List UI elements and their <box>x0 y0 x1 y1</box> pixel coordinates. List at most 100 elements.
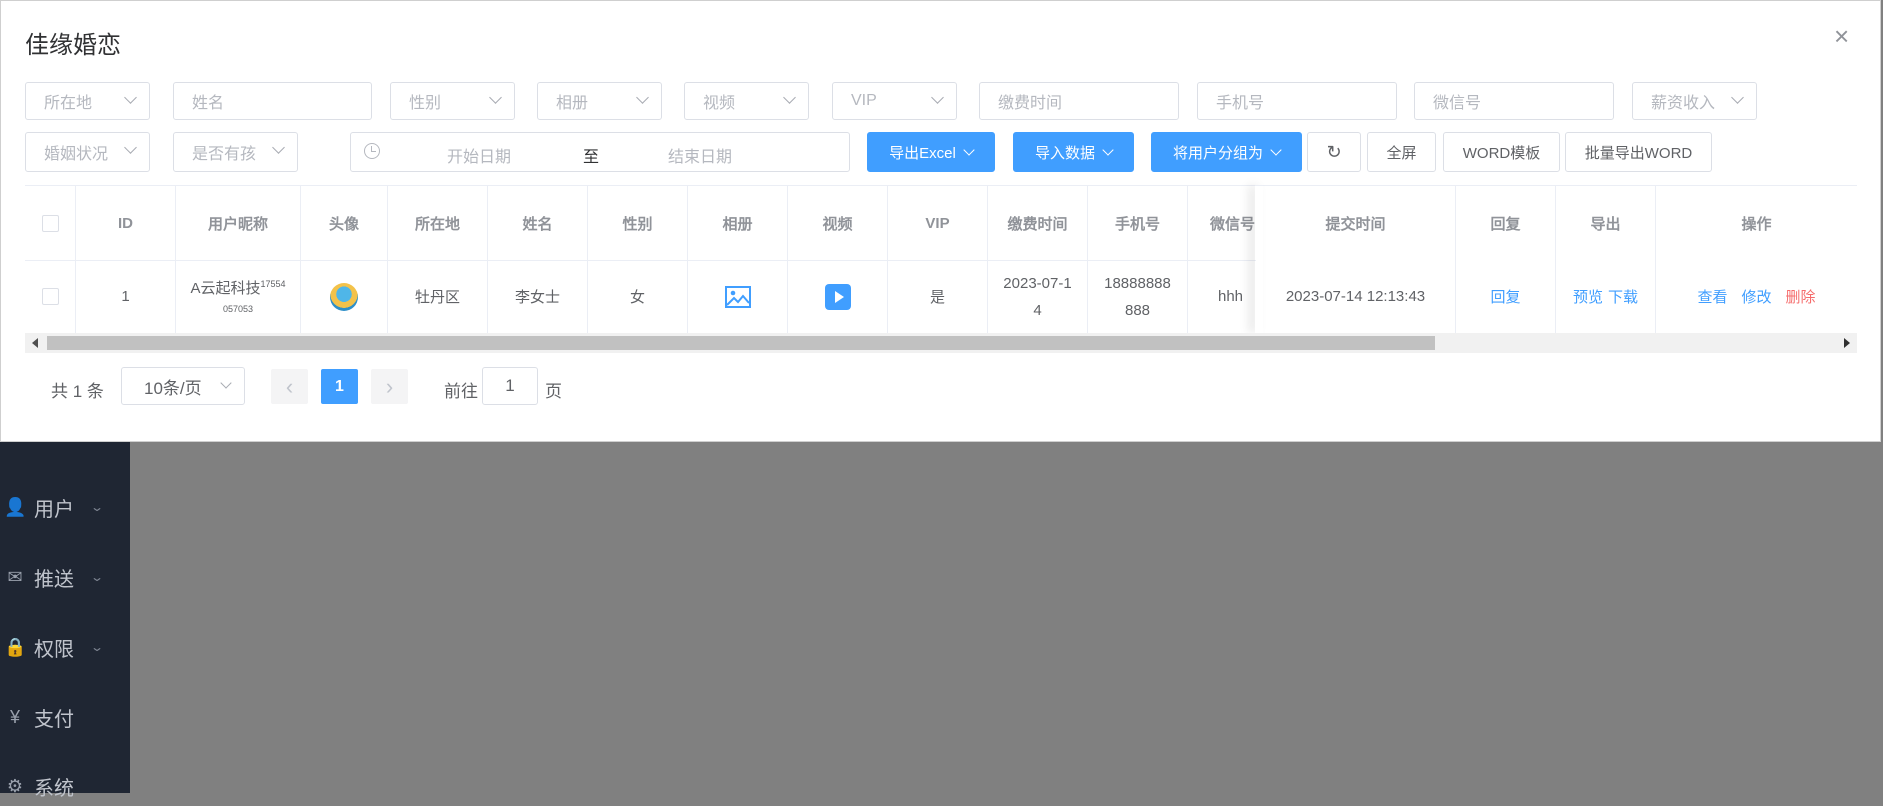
fullscreen-button[interactable]: 全屏 <box>1367 132 1436 172</box>
sidebar-item-label: 用户 <box>34 498 74 521</box>
view-link[interactable]: 查看 <box>1697 286 1727 307</box>
group-users-button[interactable]: 将用户分组为 <box>1151 132 1302 172</box>
cell-id: 1 <box>76 260 176 333</box>
phone-input[interactable]: 手机号 <box>1197 82 1397 120</box>
date-range-picker[interactable]: 开始日期 至 结束日期 <box>350 132 850 172</box>
lock-icon: 🔒 <box>4 636 27 657</box>
cell-vip: 是 <box>888 260 988 333</box>
row-select-cell <box>25 260 76 333</box>
header-video: 视频 <box>788 186 888 260</box>
data-table: ID 用户昵称 头像 所在地 姓名 性别 相册 视频 VIP 缴费时间 手机号 … <box>25 185 1857 355</box>
video-select-placeholder: 视频 <box>703 95 736 112</box>
preview-link[interactable]: 预览 <box>1573 286 1603 307</box>
phone-placeholder: 手机号 <box>1216 95 1265 112</box>
pay-time-input[interactable]: 缴费时间 <box>979 82 1179 120</box>
header-avatar: 头像 <box>301 186 388 260</box>
download-link[interactable]: 下载 <box>1608 286 1638 307</box>
chevron-down-icon <box>489 91 502 104</box>
row-checkbox[interactable] <box>41 288 59 305</box>
cell-phone: 18888888888 <box>1088 260 1188 333</box>
table-row: 1 A云起科技17554 057053 牡丹区 李女士 女 是 2023-07-… <box>25 260 1857 334</box>
sidebar-item-label: 推送 <box>34 568 74 591</box>
sidebar-item-payment[interactable]: ¥ 支付 <box>0 697 130 737</box>
page-size-select[interactable]: 10条/页 <box>121 367 245 405</box>
header-submit-time: 提交时间 <box>1256 186 1456 260</box>
end-date-input[interactable]: 结束日期 <box>668 143 732 167</box>
salary-select[interactable]: 薪资收入 <box>1632 82 1757 120</box>
play-icon[interactable] <box>824 283 851 310</box>
gender-select[interactable]: 性别 <box>390 82 515 120</box>
cell-name: 李女士 <box>488 260 588 333</box>
delete-link[interactable]: 删除 <box>1786 286 1816 307</box>
name-input[interactable]: 姓名 <box>173 82 372 120</box>
horizontal-scrollbar[interactable] <box>25 333 1857 353</box>
close-icon[interactable]: × <box>1834 23 1849 49</box>
children-select[interactable]: 是否有孩 <box>173 132 298 172</box>
cell-album <box>688 260 788 333</box>
sidebar-item-permissions[interactable]: 🔒 权限 ⌄ <box>0 627 130 667</box>
chevron-down-icon <box>1731 91 1744 104</box>
name-input-placeholder: 姓名 <box>192 95 225 112</box>
import-data-button[interactable]: 导入数据 <box>1013 132 1134 172</box>
sidebar-item-push[interactable]: ✉ 推送 ⌄ <box>0 557 130 597</box>
vip-select[interactable]: VIP <box>832 82 957 120</box>
cell-location: 牡丹区 <box>388 260 488 333</box>
video-select[interactable]: 视频 <box>684 82 809 120</box>
reply-link[interactable]: 回复 <box>1490 286 1520 307</box>
header-pay-time: 缴费时间 <box>988 186 1088 260</box>
word-template-button[interactable]: WORD模板 <box>1443 132 1560 172</box>
header-nickname: 用户昵称 <box>176 186 301 260</box>
children-select-placeholder: 是否有孩 <box>192 146 257 163</box>
cell-reply: 回复 <box>1456 260 1556 333</box>
export-excel-button[interactable]: 导出Excel <box>867 132 995 172</box>
chevron-down-icon <box>124 91 137 104</box>
prev-page-button[interactable]: ‹ <box>271 369 308 404</box>
cell-submit-time: 2023-07-14 12:13:43 <box>1256 260 1456 333</box>
page-size-value: 10条/页 <box>144 378 202 398</box>
marital-select-placeholder: 婚姻状况 <box>44 146 109 163</box>
location-select[interactable]: 所在地 <box>25 82 150 120</box>
avatar[interactable] <box>330 282 358 311</box>
goto-page-input[interactable]: 1 <box>482 367 538 405</box>
marital-select[interactable]: 婚姻状况 <box>25 132 150 172</box>
import-data-label: 导入数据 <box>1034 144 1095 162</box>
header-gender: 性别 <box>588 186 688 260</box>
chevron-down-icon: ⌄ <box>89 500 105 514</box>
edit-link[interactable]: 修改 <box>1741 286 1771 307</box>
image-icon[interactable] <box>724 285 751 308</box>
cell-export: 预览 下载 <box>1556 260 1656 333</box>
page-number-1[interactable]: 1 <box>321 369 358 404</box>
location-select-placeholder: 所在地 <box>44 95 93 112</box>
fixed-column-shadow <box>1255 185 1263 333</box>
sidebar-item-system[interactable]: ⚙ 系统 <box>0 766 130 806</box>
chevron-down-icon <box>124 141 137 154</box>
header-location: 所在地 <box>388 186 488 260</box>
sidebar-item-users[interactable]: 👤 用户 ⌄ <box>0 487 130 527</box>
gear-icon: ⚙ <box>6 775 24 796</box>
refresh-button[interactable]: ↻ <box>1307 132 1361 172</box>
chevron-down-icon <box>220 377 232 389</box>
chevron-down-icon: ⌄ <box>89 570 105 584</box>
scroll-right-icon[interactable] <box>1844 338 1850 348</box>
wechat-input[interactable]: 微信号 <box>1414 82 1614 120</box>
header-album: 相册 <box>688 186 788 260</box>
scrollbar-thumb[interactable] <box>47 336 1435 350</box>
cell-nickname: A云起科技17554 057053 <box>176 260 301 333</box>
cell-gender: 女 <box>588 260 688 333</box>
gender-select-placeholder: 性别 <box>409 95 442 112</box>
nickname-suffix: 057053 <box>222 304 254 314</box>
select-all-checkbox[interactable] <box>41 214 59 232</box>
pay-time-placeholder: 缴费时间 <box>998 95 1063 112</box>
album-select[interactable]: 相册 <box>537 82 662 120</box>
sidebar-item-label: 支付 <box>34 708 74 731</box>
select-all-cell <box>25 186 76 260</box>
scroll-left-icon[interactable] <box>32 338 38 348</box>
nickname-text: A云起科技17554 <box>190 279 286 297</box>
batch-export-word-button[interactable]: 批量导出WORD <box>1565 132 1712 172</box>
salary-select-placeholder: 薪资收入 <box>1651 95 1716 112</box>
table-header: ID 用户昵称 头像 所在地 姓名 性别 相册 视频 VIP 缴费时间 手机号 … <box>25 185 1857 261</box>
export-excel-label: 导出Excel <box>889 144 956 162</box>
next-page-button[interactable]: › <box>371 369 408 404</box>
start-date-input[interactable]: 开始日期 <box>447 143 511 167</box>
user-icon: 👤 <box>4 496 27 517</box>
